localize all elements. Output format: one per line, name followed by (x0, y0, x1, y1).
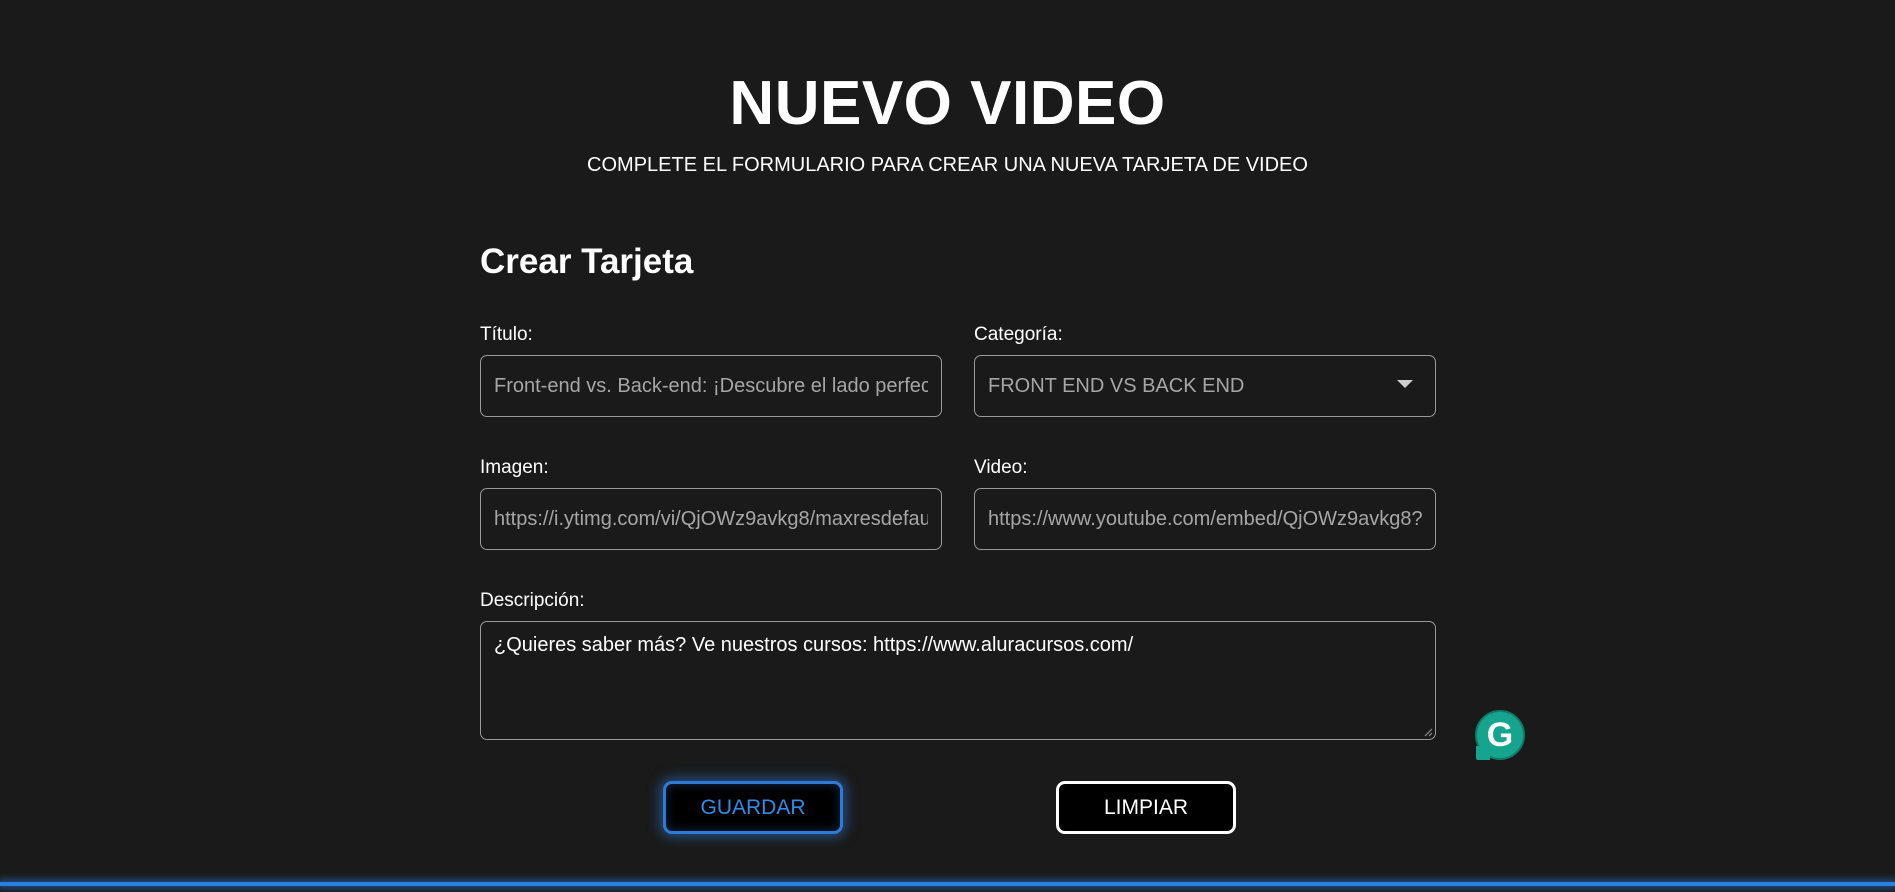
chevron-down-icon (1397, 380, 1413, 388)
grammarly-glyph: G (1486, 715, 1514, 754)
page-subtitle: COMPLETE EL FORMULARIO PARA CREAR UNA NU… (587, 154, 1308, 176)
footer-accent-bar (0, 882, 1895, 886)
categoria-select[interactable]: FRONT END VS BACK END (974, 355, 1436, 417)
page-title: NUEVO VIDEO (729, 69, 1166, 138)
descripcion-label: Descripción: (480, 590, 585, 611)
save-button[interactable]: GUARDAR (663, 781, 843, 834)
video-input-value: https://www.youtube.com/embed/QjOWz9avkg… (988, 507, 1422, 530)
resize-handle-icon[interactable] (1423, 727, 1433, 737)
grammarly-icon[interactable]: G (1475, 710, 1525, 760)
titulo-input[interactable]: Front-end vs. Back-end: ¡Descubre el lad… (480, 355, 942, 417)
page: NUEVO VIDEO COMPLETE EL FORMULARIO PARA … (0, 0, 1895, 892)
titulo-input-value: Front-end vs. Back-end: ¡Descubre el lad… (494, 374, 928, 397)
descripcion-textarea[interactable]: ¿Quieres saber más? Ve nuestros cursos: … (480, 621, 1436, 740)
clear-button[interactable]: LIMPIAR (1056, 781, 1236, 834)
categoria-label: Categoría: (974, 324, 1063, 345)
form-heading: Crear Tarjeta (480, 242, 694, 281)
descripcion-textarea-value: ¿Quieres saber más? Ve nuestros cursos: … (494, 634, 1134, 656)
imagen-label: Imagen: (480, 457, 549, 478)
categoria-selected-value: FRONT END VS BACK END (988, 374, 1245, 397)
titulo-label: Título: (480, 324, 533, 345)
imagen-input-value: https://i.ytimg.com/vi/QjOWz9avkg8/maxre… (494, 507, 928, 530)
video-label: Video: (974, 457, 1028, 478)
video-input[interactable]: https://www.youtube.com/embed/QjOWz9avkg… (974, 488, 1436, 550)
imagen-input[interactable]: https://i.ytimg.com/vi/QjOWz9avkg8/maxre… (480, 488, 942, 550)
